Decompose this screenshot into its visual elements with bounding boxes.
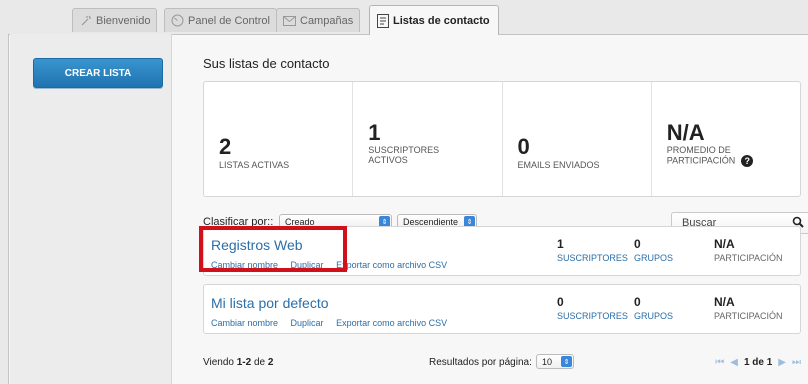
gauge-icon bbox=[171, 14, 184, 27]
prev-page-icon[interactable]: ◀ bbox=[730, 357, 738, 368]
subscribers-count[interactable]: 0 SUSCRIPTORES bbox=[557, 295, 628, 321]
groups-count[interactable]: 0 GRUPOS bbox=[634, 237, 673, 263]
stat-label: SUSCRIPTORES ACTIVOS bbox=[368, 145, 440, 165]
stat-emails-sent: 0 EMAILS ENVIADOS bbox=[503, 82, 652, 196]
participation-label: PARTICIPACIÓN bbox=[714, 253, 783, 263]
stat-active-lists: 2 LISTAS ACTIVAS bbox=[204, 82, 354, 196]
first-page-icon[interactable]: ⏮ bbox=[715, 357, 724, 368]
tab-listas-de-contacto[interactable]: Listas de contacto bbox=[369, 5, 499, 35]
subscribers-count[interactable]: 1 SUSCRIPTORES bbox=[557, 237, 628, 263]
groups-label: GRUPOS bbox=[634, 253, 674, 263]
tab-bienvenido[interactable]: Bienvenido bbox=[72, 8, 158, 32]
list-actions: Cambiar nombre Duplicar Exportar como ar… bbox=[211, 318, 457, 328]
tab-label: Panel de Control bbox=[188, 14, 270, 27]
sort-order-value: Descendiente bbox=[403, 216, 459, 227]
groups-value: 0 bbox=[634, 295, 641, 309]
highlight-box bbox=[199, 226, 347, 272]
stats-panel: 2 LISTAS ACTIVAS 1 SUSCRIPTORES ACTIVOS … bbox=[203, 81, 801, 197]
main-panel: Sus listas de contacto 2 LISTAS ACTIVAS … bbox=[190, 34, 808, 384]
subscribers-value: 1 bbox=[557, 237, 564, 251]
viewing-range: 1-2 bbox=[236, 357, 252, 368]
tab-label: Listas de contacto bbox=[393, 14, 490, 27]
tab-label: Campañas bbox=[300, 14, 354, 27]
participation-value: N/A bbox=[714, 237, 735, 251]
per-page-value: 10 bbox=[542, 356, 553, 367]
viewing-of: de bbox=[253, 357, 266, 368]
per-page-select[interactable]: 10 ⇕ bbox=[536, 354, 574, 369]
rename-link[interactable]: Cambiar nombre bbox=[211, 318, 278, 328]
stat-avg-participation: N/A PROMEDIO DE PARTICIPACIÓN? bbox=[652, 82, 800, 196]
tab-panel-de-control[interactable]: Panel de Control bbox=[164, 8, 277, 32]
participation-label: PARTICIPACIÓN bbox=[714, 311, 783, 321]
participation-stat: N/A PARTICIPACIÓN bbox=[714, 237, 783, 263]
list-footer: Viendo 1-2 de 2 Resultados por página: 1… bbox=[203, 354, 801, 374]
groups-label: GRUPOS bbox=[634, 311, 674, 321]
duplicate-link[interactable]: Duplicar bbox=[291, 318, 324, 328]
stat-value: N/A bbox=[666, 120, 705, 145]
stat-label: EMAILS ENVIADOS bbox=[517, 160, 600, 170]
participation-stat: N/A PARTICIPACIÓN bbox=[714, 295, 783, 321]
list-name-link[interactable]: Mi lista por defecto bbox=[211, 295, 329, 311]
stat-value: 1 bbox=[368, 120, 381, 145]
tab-campanas[interactable]: Campañas bbox=[276, 8, 361, 32]
groups-count[interactable]: 0 GRUPOS bbox=[634, 295, 673, 321]
sort-field-value: Creado bbox=[285, 216, 315, 227]
stat-label: LISTAS ACTIVAS bbox=[219, 160, 290, 170]
participation-value: N/A bbox=[714, 295, 735, 309]
per-page-label: Resultados por página: bbox=[429, 357, 532, 368]
viewing-info: Viendo 1-2 de 2 bbox=[203, 357, 273, 368]
stat-label: PROMEDIO DE PARTICIPACIÓN bbox=[666, 145, 736, 166]
stat-label-wrap: PROMEDIO DE PARTICIPACIÓN? bbox=[667, 145, 779, 167]
page-title: Sus listas de contacto bbox=[203, 56, 330, 71]
pager: ⏮ ◀ 1 de 1 ▶ ⏭ bbox=[715, 357, 801, 368]
subscribers-label: SUSCRIPTORES bbox=[557, 253, 628, 263]
help-icon[interactable]: ? bbox=[741, 155, 754, 167]
export-csv-link[interactable]: Exportar como archivo CSV bbox=[336, 260, 447, 270]
list-icon bbox=[376, 13, 389, 28]
create-list-button[interactable]: CREAR LISTA bbox=[33, 58, 163, 88]
stat-value: 2 bbox=[219, 134, 232, 159]
tab-label: Bienvenido bbox=[96, 14, 151, 27]
select-arrow-icon: ⇕ bbox=[561, 356, 572, 367]
page-info: 1 de 1 bbox=[743, 357, 773, 368]
subscribers-label: SUSCRIPTORES bbox=[557, 311, 628, 321]
subscribers-value: 0 bbox=[557, 295, 564, 309]
viewing-prefix: Viendo bbox=[203, 357, 234, 368]
next-page-icon[interactable]: ▶ bbox=[778, 357, 786, 368]
viewing-total: 2 bbox=[267, 357, 274, 368]
list-row[interactable]: Mi lista por defecto Cambiar nombre Dupl… bbox=[203, 284, 801, 334]
sparkle-icon bbox=[79, 14, 92, 27]
stat-value: 0 bbox=[517, 134, 530, 159]
tab-bar: Bienvenido Panel de Control Campañas Lis… bbox=[0, 0, 808, 35]
groups-value: 0 bbox=[634, 237, 641, 251]
envelope-icon bbox=[283, 14, 296, 27]
export-csv-link[interactable]: Exportar como archivo CSV bbox=[336, 318, 447, 328]
stat-active-subscribers: 1 SUSCRIPTORES ACTIVOS bbox=[353, 82, 503, 196]
last-page-icon[interactable]: ⏭ bbox=[792, 357, 801, 368]
